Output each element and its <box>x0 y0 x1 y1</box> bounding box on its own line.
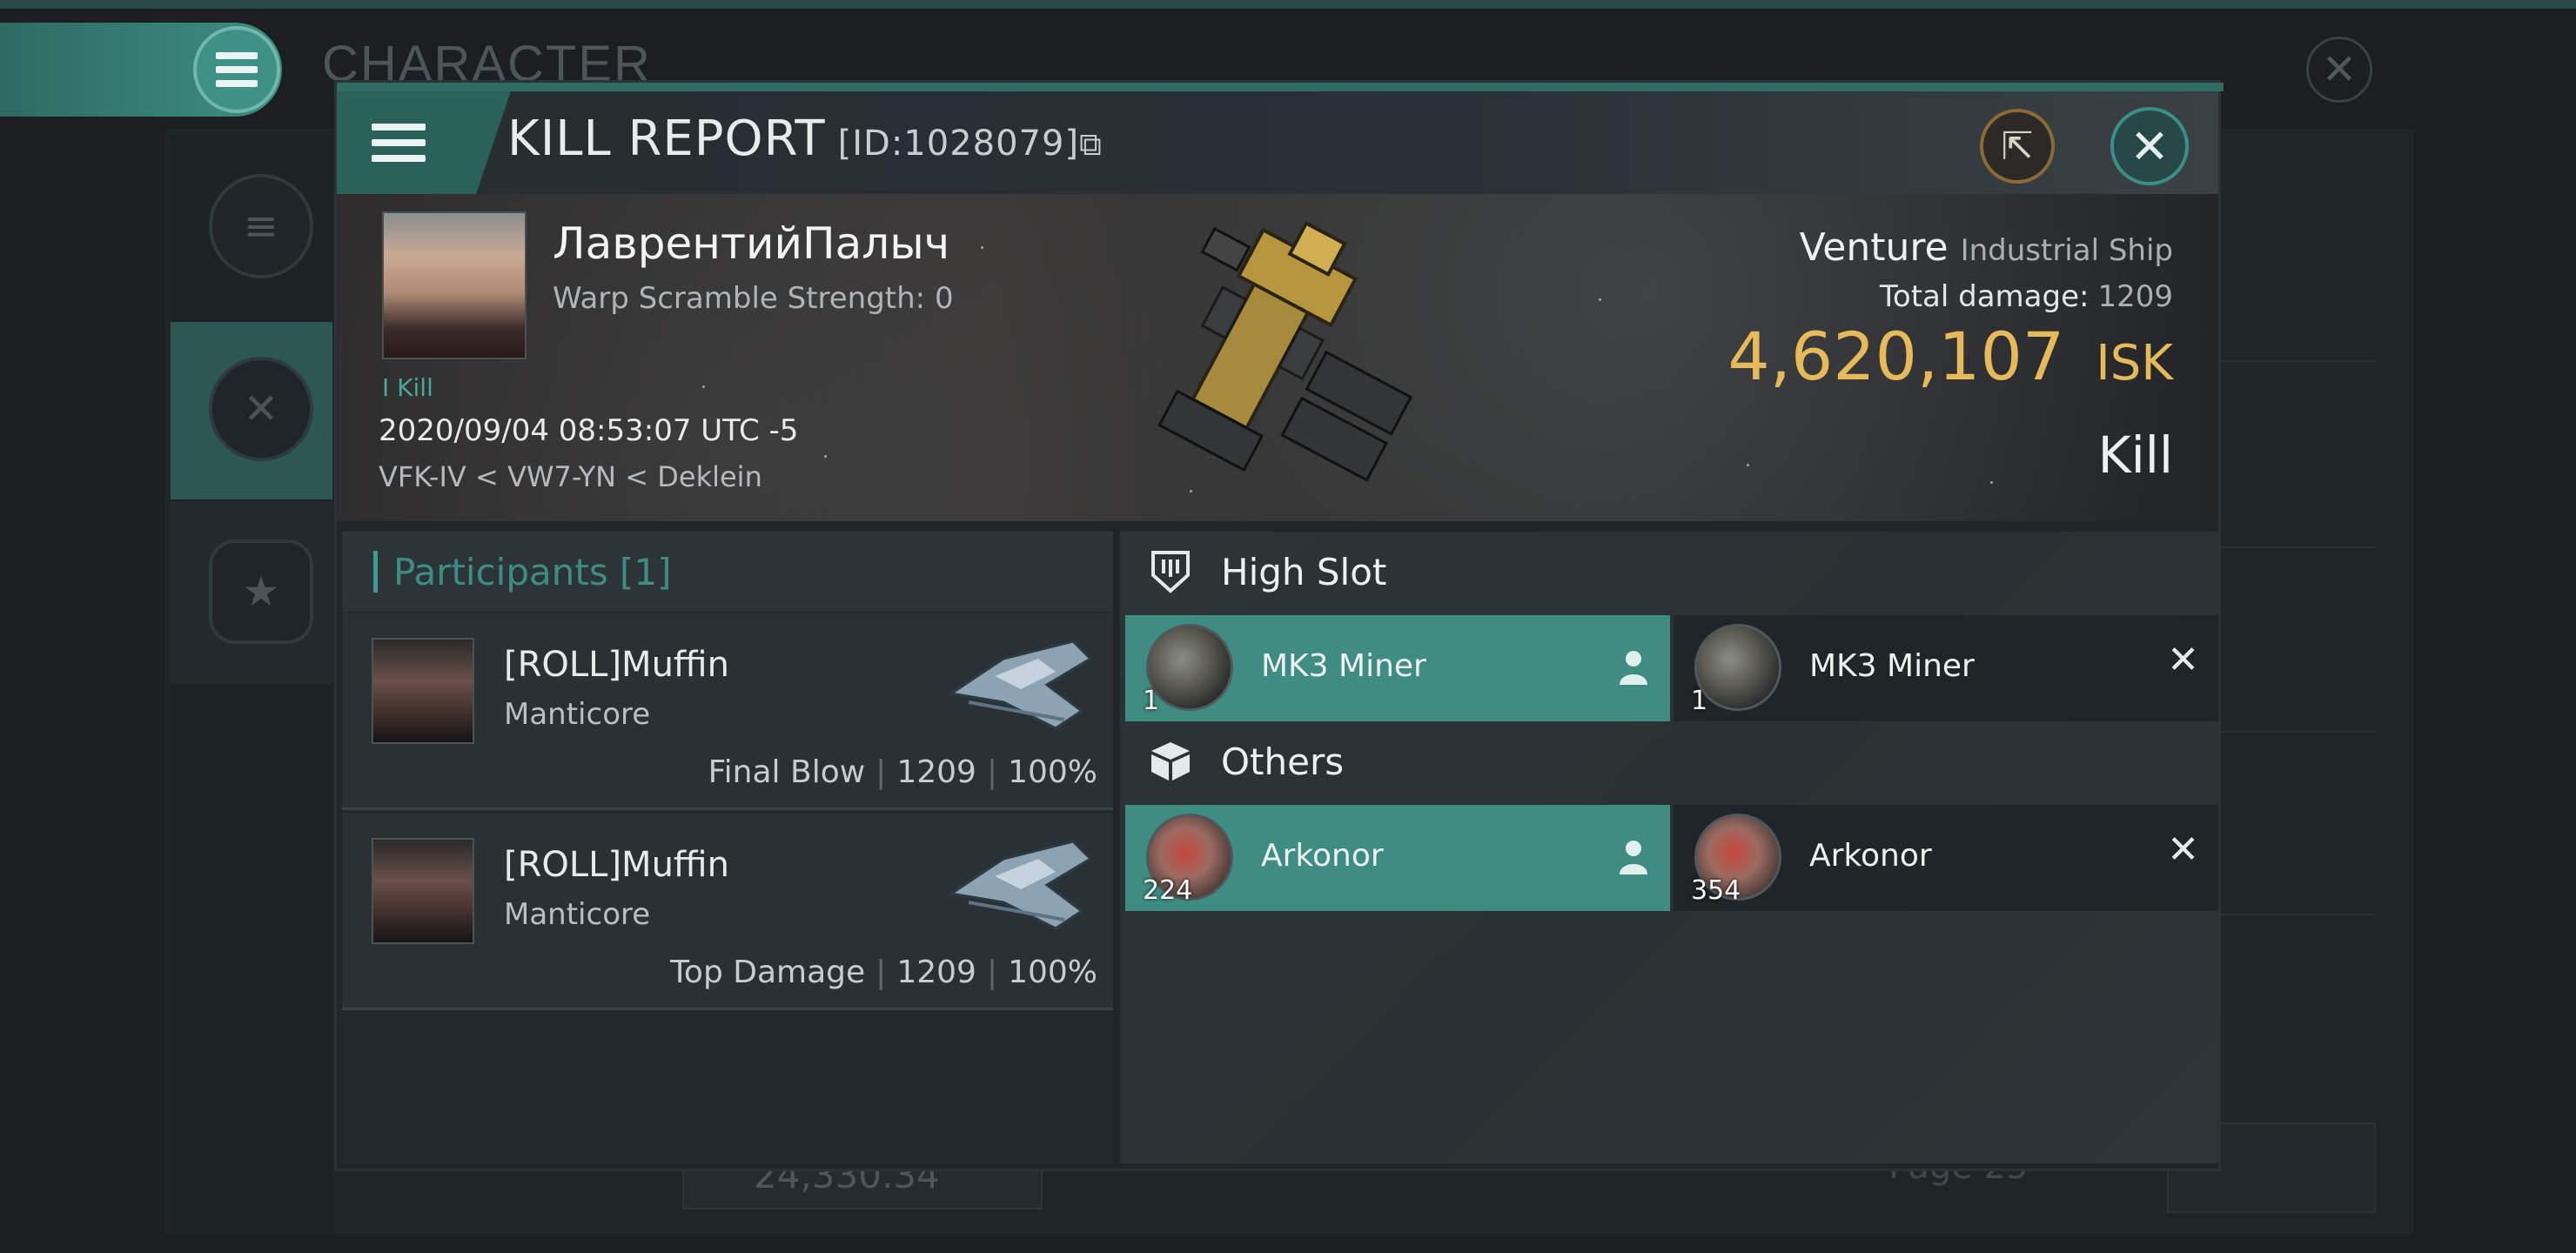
item-name: MK3 Miner <box>1809 648 1975 684</box>
participant-percent: 100% <box>1008 754 1097 790</box>
section-title: High Slot <box>1221 550 1387 593</box>
hamburger-icon <box>372 124 426 162</box>
item-name: Arkonor <box>1809 838 1932 874</box>
section-header-high-slot: High Slot <box>1120 532 2218 612</box>
stat-separator: | <box>986 754 998 790</box>
kill-datetime: 2020/09/04 08:53:07 UTC -5 <box>379 413 799 448</box>
victim-portrait[interactable] <box>382 211 527 359</box>
victim-ship[interactable]: Venture Industrial Ship <box>1800 225 2173 270</box>
item-name: Arkonor <box>1261 838 1384 874</box>
total-damage: Total damage: 1209 <box>1880 279 2173 314</box>
participant-row[interactable]: [ROLL]Muffin Manticore Top Damage | 1209 | 1… <box>342 814 1113 1010</box>
crossed-swords-icon[interactable]: ✕ <box>209 357 313 461</box>
background-sidebar <box>171 136 332 1234</box>
item-quantity: 1 <box>1143 686 1160 716</box>
copy-icon[interactable]: ⧉ <box>1079 127 1103 163</box>
item-quantity: 224 <box>1143 875 1193 906</box>
item-quantity: 1 <box>1691 686 1708 716</box>
main-menu-button[interactable] <box>193 26 280 113</box>
list-icon[interactable]: ≡ <box>209 174 313 278</box>
modal-title-group: KILL REPORT [ID:1028079]⧉ <box>507 111 1103 167</box>
modal-menu-button[interactable] <box>337 91 511 194</box>
participant-ship: Manticore <box>504 897 651 932</box>
section-title: Others <box>1221 740 1345 783</box>
total-damage-value: 1209 <box>2097 279 2173 314</box>
participants-panel: Participants [1] [ROLL]Muffin Manticore … <box>342 532 1113 1163</box>
isk-unit: ISK <box>2096 335 2173 392</box>
cargo-slot-destroyed[interactable]: 354 Arkonor ✕ <box>1674 805 2218 911</box>
cargo-slot-dropped[interactable]: 224 Arkonor <box>1125 805 1670 911</box>
modal-title: KILL REPORT <box>507 111 826 167</box>
participant-role: Top Damage <box>670 955 866 990</box>
header-accent-bar <box>373 551 378 593</box>
participant-stats: Final Blow | 1209 | 100% <box>708 754 1097 790</box>
participant-ship-image <box>948 640 1093 730</box>
section-header-others: Others <box>1120 721 2218 801</box>
total-damage-label: Total damage: <box>1879 279 2090 314</box>
modal-accent-bar <box>337 83 2224 91</box>
participants-header[interactable]: Participants [1] <box>342 532 1113 612</box>
high-slot-icon <box>1151 551 1190 593</box>
participant-row[interactable]: [ROLL]Muffin Manticore Final Blow | 1209 | 1… <box>342 613 1113 810</box>
participant-portrait[interactable] <box>372 838 474 944</box>
star-badge-icon[interactable]: ★ <box>209 539 313 644</box>
fitting-panel: High Slot 1 MK3 Miner 1 MK3 Miner ✕ Othe… <box>1120 532 2218 1163</box>
participant-name[interactable]: [ROLL]Muffin <box>504 845 729 885</box>
stat-separator: | <box>875 754 887 790</box>
module-slot-dropped[interactable]: 1 MK3 Miner <box>1125 615 1670 721</box>
person-icon <box>1620 651 1647 685</box>
kill-report-modal: KILL REPORT [ID:1028079]⧉ ⇱ ✕ ЛаврентийПа… <box>334 80 2224 1171</box>
participant-percent: 100% <box>1008 955 1097 990</box>
victim-ship-image <box>1157 220 1413 482</box>
stat-separator: | <box>986 955 998 990</box>
victim-kill-count: I Kill <box>382 373 433 402</box>
participant-damage: 1209 <box>896 754 976 790</box>
destroyed-x-icon: ✕ <box>2167 638 2199 682</box>
isk-amount: 4,620,107 <box>1727 318 2065 395</box>
cargo-box-icon <box>1151 742 1190 781</box>
person-icon <box>1620 841 1647 874</box>
background-close-icon[interactable]: ✕ <box>2306 37 2372 103</box>
kill-id: [ID:1028079] <box>837 124 1080 164</box>
participant-role: Final Blow <box>708 754 866 790</box>
participant-stats: Top Damage | 1209 | 100% <box>670 955 1097 990</box>
module-slot-destroyed[interactable]: 1 MK3 Miner ✕ <box>1674 615 2218 721</box>
victim-name[interactable]: ЛаврентийПалыч <box>553 218 949 269</box>
modal-header: KILL REPORT [ID:1028079]⧉ ⇱ ✕ <box>337 91 2218 194</box>
isk-value: 4,620,107 ISK <box>1727 318 2173 395</box>
top-strip <box>0 0 2576 9</box>
victim-ship-class: Industrial Ship <box>1960 233 2173 268</box>
stat-separator: | <box>875 955 887 990</box>
kill-location[interactable]: VFK-IV < VW7-YN < Deklein <box>379 460 762 493</box>
participant-damage: 1209 <box>896 955 976 990</box>
share-icon[interactable]: ⇱ <box>1980 109 2055 184</box>
victim-ship-name: Venture <box>1799 225 1949 270</box>
participant-ship-image <box>948 840 1093 930</box>
participants-label: Participants [1] <box>393 550 672 593</box>
item-quantity: 354 <box>1691 875 1741 906</box>
participant-ship: Manticore <box>504 697 651 732</box>
warp-scramble-strength: Warp Scramble Strength: 0 <box>553 281 954 316</box>
destroyed-x-icon: ✕ <box>2167 828 2199 872</box>
kill-result: Kill <box>2097 425 2173 485</box>
hamburger-icon <box>216 52 258 87</box>
participant-portrait[interactable] <box>372 638 474 744</box>
participant-name[interactable]: [ROLL]Muffin <box>504 645 729 685</box>
item-name: MK3 Miner <box>1261 648 1426 684</box>
close-icon[interactable]: ✕ <box>2110 107 2189 185</box>
victim-banner: ЛаврентийПалыч Warp Scramble Strength: 0… <box>337 194 2218 521</box>
